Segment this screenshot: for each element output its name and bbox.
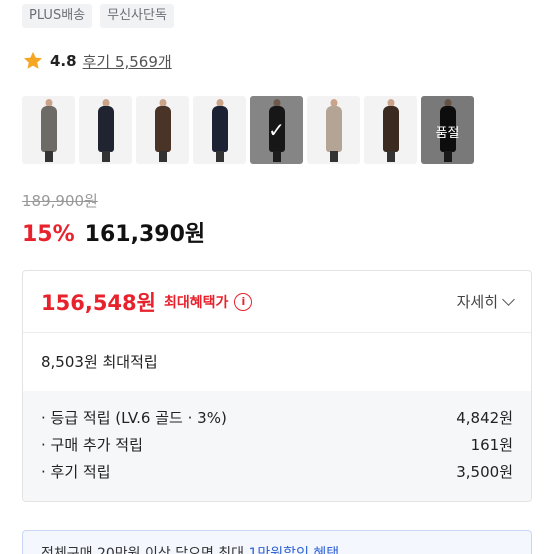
max-benefit-label: 최대혜택가 [163, 294, 229, 311]
detail-toggle-button[interactable]: 자세히 [456, 291, 515, 312]
tag-exclusive: 무신사단독 [100, 4, 174, 28]
model-legs [158, 151, 167, 162]
original-price: 189,900원 [22, 192, 98, 210]
chevron-down-icon [502, 293, 515, 306]
model-head [273, 99, 280, 107]
tag-plus-delivery: PLUS배송 [22, 4, 93, 28]
benefit-box: 156,548원 최대혜택가 i 자세히 8,503원 최대적립 · 등급 적립… [22, 270, 532, 502]
point-row: · 구매 추가 적립 161원 [41, 434, 513, 461]
model-legs [44, 151, 53, 162]
color-option-5[interactable]: ✓ [250, 96, 303, 164]
point-value: 3,500원 [456, 463, 513, 481]
notice-highlight: 1만원할인 혜택 [248, 546, 340, 554]
model-legs [101, 151, 110, 162]
model-legs [215, 151, 224, 162]
color-option-8[interactable]: 품절 [421, 96, 474, 164]
max-benefit-price: 156,548원 [41, 290, 156, 315]
sale-price: 161,390원 [84, 222, 206, 247]
points-breakdown: · 등급 적립 (LV.6 골드 · 3%) 4,842원 · 구매 추가 적립… [23, 391, 531, 501]
model-head [444, 99, 451, 107]
promo-notice[interactable]: 전체구매 20만원 이상 담으면 최대 1만원할인 혜택 [22, 530, 532, 554]
discount-rate: 15% [22, 222, 75, 247]
coat-thumbnail [211, 106, 228, 152]
info-icon[interactable]: i [234, 292, 253, 311]
notice-text: 전체구매 20만원 이상 담으면 최대 [41, 546, 245, 554]
point-value: 4,842원 [456, 409, 513, 427]
benefit-header[interactable]: 156,548원 최대혜택가 i 자세히 [23, 271, 531, 333]
coat-thumbnail [154, 106, 171, 152]
model-legs [329, 151, 338, 162]
color-option-3[interactable] [136, 96, 189, 164]
coat-thumbnail [382, 106, 399, 152]
model-legs [386, 151, 395, 162]
color-option-1[interactable] [22, 96, 75, 164]
point-label: · 구매 추가 적립 [41, 436, 143, 454]
soldout-label: 품절 [435, 126, 460, 141]
point-label: · 등급 적립 (LV.6 골드 · 3%) [41, 409, 227, 427]
color-option-7[interactable] [364, 96, 417, 164]
point-value: 161원 [470, 436, 513, 454]
review-count-link[interactable]: 후기 5,569개 [83, 51, 172, 72]
rating-score: 4.8 [50, 52, 77, 70]
color-option-6[interactable] [307, 96, 360, 164]
color-option-list: ✓ 품절 [22, 96, 474, 164]
coat-thumbnail [97, 106, 114, 152]
coat-thumbnail [40, 106, 57, 152]
model-legs [272, 151, 281, 162]
price-row: 15% 161,390원 [22, 216, 205, 248]
color-option-4[interactable] [193, 96, 246, 164]
rating-row: 4.8 후기 5,569개 [22, 50, 172, 72]
model-legs [443, 151, 452, 162]
check-icon: ✓ [268, 118, 285, 142]
detail-label: 자세히 [456, 293, 498, 311]
point-row: · 등급 적립 (LV.6 골드 · 3%) 4,842원 [41, 407, 513, 434]
coat-thumbnail [325, 106, 342, 152]
point-row: · 후기 적립 3,500원 [41, 461, 513, 488]
tag-list: PLUS배송 무신사단독 [22, 4, 174, 28]
color-option-2[interactable] [79, 96, 132, 164]
points-total: 8,503원 최대적립 [41, 352, 158, 371]
point-label: · 후기 적립 [41, 463, 111, 481]
star-icon [24, 51, 42, 69]
